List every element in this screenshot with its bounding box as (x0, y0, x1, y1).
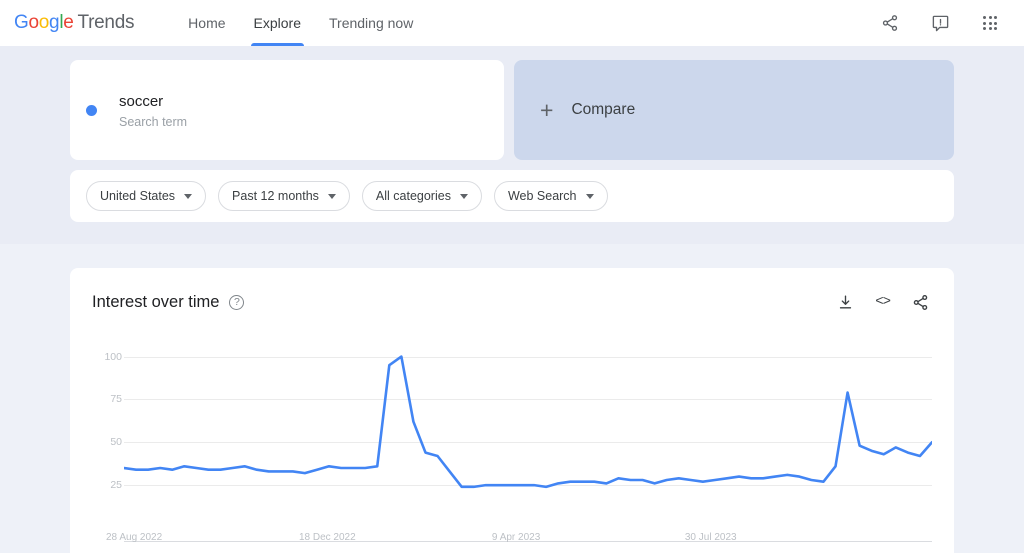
search-term-card[interactable]: soccer Search term (70, 60, 504, 160)
filter-location-label: United States (100, 189, 176, 203)
series-color-dot (86, 104, 97, 116)
compare-label: Compare (571, 101, 636, 118)
nav-item-home[interactable]: Home (174, 0, 239, 46)
filter-time-range-label: Past 12 months (232, 189, 319, 203)
chevron-down-icon (327, 193, 336, 199)
top-navigation-bar: Google Trends Home Explore Trending now (0, 0, 1024, 46)
chevron-down-icon (585, 193, 594, 199)
chart-plot-area[interactable]: 25 50 75 100 28 Aug 2022 18 Dec 2022 9 Apr 20… (92, 348, 932, 543)
google-trends-logo[interactable]: Google Trends (14, 12, 134, 34)
filter-category[interactable]: All categories (361, 181, 482, 211)
x-axis-tick-label: 9 Apr 2023 (491, 532, 541, 543)
share-icon[interactable] (878, 11, 902, 35)
y-axis-tick-label: 100 (104, 350, 122, 363)
filter-search-type[interactable]: Web Search (493, 181, 608, 211)
trend-line (124, 355, 932, 489)
y-axis-tick-label: 75 (110, 393, 122, 406)
download-icon[interactable] (833, 290, 857, 314)
chevron-down-icon (184, 193, 193, 199)
x-axis-tick-label: 30 Jul 2023 (684, 532, 737, 543)
page-title: Interest over time (92, 292, 220, 311)
search-term-value: soccer (119, 92, 164, 110)
filter-category-label: All categories (375, 189, 451, 203)
filter-bar: United States Past 12 months All categor… (70, 170, 954, 222)
feedback-icon[interactable] (928, 11, 952, 35)
interest-over-time-card: Interest over time ? <> 25 50 75 100 28 … (70, 268, 954, 553)
share-icon[interactable] (908, 290, 932, 314)
filter-location[interactable]: United States (86, 181, 207, 211)
chart-actions: <> (833, 290, 932, 314)
results-panel: Interest over time ? <> 25 50 75 100 28 … (0, 244, 1024, 553)
embed-code-icon[interactable]: <> (875, 294, 891, 310)
chart-header: Interest over time ? <> (92, 290, 932, 314)
nav-item-trending-now[interactable]: Trending now (315, 0, 427, 46)
nav-item-explore[interactable]: Explore (240, 0, 315, 46)
main-nav: Home Explore Trending now (174, 0, 427, 46)
y-axis-tick-label: 50 (110, 436, 122, 449)
help-circle-icon[interactable]: ? (229, 294, 245, 310)
filter-search-type-label: Web Search (507, 189, 577, 203)
y-axis-tick-label: 25 (110, 479, 122, 492)
search-term-type: Search term (119, 114, 188, 129)
chevron-down-icon (459, 193, 468, 199)
query-panel: soccer Search term + Compare United Stat… (0, 46, 1024, 244)
filter-time-range[interactable]: Past 12 months (218, 181, 350, 211)
x-axis-tick-label: 28 Aug 2022 (106, 532, 163, 543)
apps-grid-icon[interactable] (978, 11, 1002, 35)
query-row: soccer Search term + Compare (70, 60, 954, 160)
product-name: Trends (77, 12, 135, 33)
plus-icon: + (540, 96, 554, 123)
header-actions (878, 11, 1008, 35)
series-soccer (124, 355, 932, 489)
x-axis-tick-label: 18 Dec 2022 (298, 532, 356, 543)
compare-button[interactable]: + Compare (514, 60, 954, 160)
